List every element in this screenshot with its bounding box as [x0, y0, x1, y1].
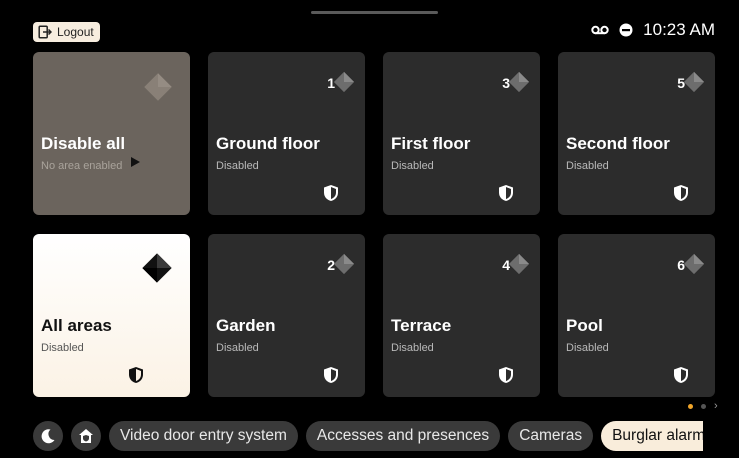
tile-pool[interactable]: 6 Pool Disabled [558, 234, 715, 397]
nav-chip-burglar-alarm[interactable]: Burglar alarm [601, 421, 704, 451]
area-diamond-icon [683, 253, 705, 275]
bottom-nav: Video door entry system Accesses and pre… [33, 421, 704, 451]
nav-chip-cameras[interactable]: Cameras [508, 421, 594, 451]
shield-icon [499, 185, 513, 201]
tile-garden[interactable]: 2 Garden Disabled [208, 234, 365, 397]
shield-icon [324, 185, 338, 201]
nav-chip-video-door-entry[interactable]: Video door entry system [109, 421, 298, 451]
tile-all-areas[interactable]: All areas Disabled [33, 234, 190, 397]
area-diamond-icon [683, 71, 705, 93]
area-diamond-icon [142, 253, 172, 283]
clock: 10:23 AM [643, 20, 715, 39]
page-dot-2[interactable] [701, 404, 706, 409]
tile-status: Disabled [41, 342, 84, 354]
tile-second-floor[interactable]: 5 Second floor Disabled [558, 52, 715, 215]
tile-title: Pool [566, 316, 603, 335]
top-drag-handle[interactable] [311, 11, 438, 14]
page-indicator: › [688, 401, 718, 412]
tile-status: Disabled [566, 342, 609, 354]
chip-label: Cameras [519, 427, 583, 444]
voicemail-icon [591, 25, 609, 35]
shield-icon [499, 367, 513, 383]
tile-title: Disable all [41, 134, 126, 153]
logout-icon [38, 25, 52, 39]
chip-label: Accesses and presences [316, 427, 490, 444]
area-diamond-icon [333, 71, 355, 93]
shield-icon [324, 367, 338, 383]
area-diamond-icon [508, 253, 530, 275]
tile-status: Disabled [391, 342, 434, 354]
tile-disable-all[interactable]: Disable all No area enabled [33, 52, 190, 215]
shield-icon [674, 185, 688, 201]
chip-label: Video door entry system [120, 427, 287, 444]
tile-ground-floor[interactable]: 1 Ground floor Disabled [208, 52, 365, 215]
tile-status: Disabled [216, 342, 259, 354]
do-not-disturb-icon [619, 23, 633, 37]
logout-button[interactable]: Logout [33, 22, 100, 42]
tile-status: No area enabled [41, 160, 123, 172]
tile-status: Disabled [391, 160, 434, 172]
moon-icon [41, 429, 55, 444]
home-security-button[interactable] [71, 421, 101, 451]
tile-title: Garden [216, 316, 276, 335]
area-diamond-icon [508, 71, 530, 93]
area-diamond-icon [333, 253, 355, 275]
chevron-right-icon[interactable]: › [714, 401, 718, 412]
shield-icon [674, 367, 688, 383]
status-bar: 10:23 AM [591, 20, 715, 40]
play-icon [131, 157, 140, 167]
tile-status: Disabled [216, 160, 259, 172]
tile-terrace[interactable]: 4 Terrace Disabled [383, 234, 540, 397]
nav-chip-accesses-presences[interactable]: Accesses and presences [305, 421, 501, 451]
area-diamond-icon [144, 73, 172, 101]
tile-status: Disabled [566, 160, 609, 172]
chip-label: Burglar alarm [612, 427, 704, 444]
logout-label: Logout [57, 25, 94, 39]
tile-title: First floor [391, 134, 471, 153]
tile-title: All areas [41, 316, 112, 335]
home-shield-icon [79, 429, 93, 443]
tile-first-floor[interactable]: 3 First floor Disabled [383, 52, 540, 215]
tile-title: Terrace [391, 316, 452, 335]
tile-title: Second floor [566, 134, 670, 153]
night-mode-button[interactable] [33, 421, 63, 451]
page-dot-1[interactable] [688, 404, 693, 409]
shield-icon [129, 367, 143, 383]
tile-title: Ground floor [216, 134, 320, 153]
